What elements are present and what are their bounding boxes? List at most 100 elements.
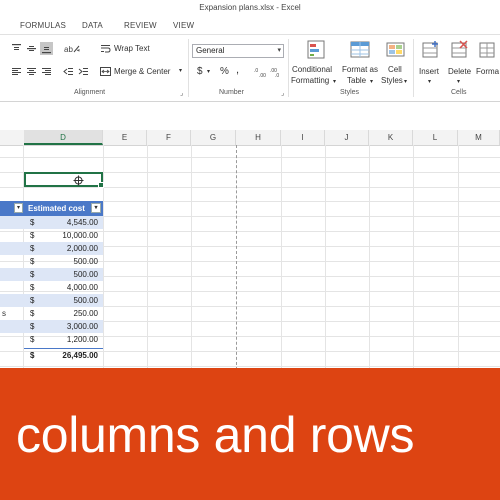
decrease-indent-icon[interactable] [62,65,75,78]
cell-styles-icon[interactable] [385,40,407,60]
merge-center-icon[interactable] [99,65,112,78]
tab-formulas[interactable]: FORMULAS [20,21,66,30]
cost-value: 4,000.00 [66,283,98,292]
table-row[interactable]: $500.00 [24,255,103,268]
column-header-g[interactable]: G [191,130,236,145]
orientation-icon[interactable]: ab [62,42,82,55]
group-separator [188,39,189,97]
column-header-e[interactable]: E [103,130,147,145]
filter-dropdown-icon[interactable]: ▾ [91,203,101,213]
number-launcher-icon[interactable]: ⌟ [281,89,284,97]
wrap-text-button[interactable]: Wrap Text [114,44,150,53]
merge-center-button[interactable]: Merge & Center [114,67,170,76]
tab-data[interactable]: DATA [82,21,103,30]
cost-value: 26,495.00 [62,351,98,360]
title-bar: Expansion plans.xlsx - Excel [0,0,500,17]
decrease-decimal-icon[interactable]: .00.0 [270,65,284,78]
active-cell[interactable] [24,172,104,188]
currency-format-button[interactable]: $ [197,66,203,77]
top-align-icon[interactable] [10,42,23,55]
table-band-strip [0,216,24,229]
tab-view[interactable]: VIEW [173,21,194,30]
table-band-strip [0,320,24,333]
table-row[interactable]: $250.00 [24,307,103,320]
column-header-d[interactable]: D [24,130,103,145]
middle-align-icon[interactable] [25,42,38,55]
currency-symbol: $ [30,335,35,344]
currency-dropdown-icon[interactable]: ▾ [207,68,210,75]
table-row[interactable]: $500.00 [24,294,103,307]
currency-symbol: $ [30,231,35,240]
conditional-formatting-label-2[interactable]: Formatting [291,76,329,85]
cost-value: 500.00 [73,257,98,266]
conditional-formatting-label-1[interactable]: Conditional [292,65,332,74]
page-break-line [236,145,237,370]
align-right-icon[interactable] [40,65,53,78]
increase-decimal-icon[interactable]: .0.00 [254,65,268,78]
group-label-number: Number [219,89,244,96]
format-as-table-label-2[interactable]: Table [347,76,366,85]
delete-button[interactable]: Delete [448,67,471,76]
wrap-text-icon[interactable] [99,42,112,55]
format-as-table-label-1[interactable]: Format as [342,65,378,74]
table-header-estimated-cost[interactable]: Estimated cost ▾ [24,201,103,216]
cost-value: 4,545.00 [66,218,98,227]
table-total-row[interactable]: $26,495.00 [24,348,103,362]
format-as-table-icon[interactable] [349,40,371,60]
table-row[interactable]: $10,000.00 [24,229,103,242]
increase-indent-icon[interactable] [77,65,90,78]
group-label-cells: Cells [451,89,467,96]
currency-symbol: $ [30,244,35,253]
format-as-table-dropdown-icon[interactable]: ▾ [370,78,373,85]
delete-cells-icon[interactable] [449,40,471,60]
format-cells-icon[interactable] [477,40,499,60]
bottom-align-icon[interactable] [40,42,53,55]
currency-symbol: $ [30,218,35,227]
cost-value: 1,200.00 [66,335,98,344]
tab-review[interactable]: REVIEW [124,21,157,30]
percent-style-button[interactable]: % [220,66,229,77]
table-row[interactable]: $1,200.00 [24,333,103,346]
truncated-cell-text: s [2,309,6,318]
merge-center-dropdown-icon[interactable]: ▾ [179,67,182,74]
grid-line [0,187,500,188]
table-band-strip [0,294,24,307]
cost-value: 2,000.00 [66,244,98,253]
column-header-i[interactable]: I [281,130,325,145]
delete-dropdown-icon[interactable]: ▾ [457,78,460,85]
align-left-icon[interactable] [10,65,23,78]
column-header-h[interactable]: H [236,130,281,145]
insert-dropdown-icon[interactable]: ▾ [428,78,431,85]
fill-handle[interactable] [98,182,104,188]
insert-button[interactable]: Insert [419,67,439,76]
conditional-formatting-icon[interactable] [305,40,327,60]
insert-cells-icon[interactable] [420,40,442,60]
alignment-launcher-icon[interactable]: ⌟ [180,89,183,97]
table-row[interactable]: $4,545.00 [24,216,103,229]
format-button[interactable]: Forma [476,67,499,76]
conditional-dropdown-icon[interactable]: ▾ [333,78,336,85]
column-header-l[interactable]: L [413,130,458,145]
filter-dropdown-icon[interactable]: ▾ [14,203,23,213]
number-format-select[interactable]: General ▾ [192,44,284,58]
cell-styles-dropdown-icon[interactable]: ▾ [404,78,407,85]
column-header-f[interactable]: F [147,130,191,145]
column-header-m[interactable]: M [458,130,500,145]
table-row[interactable]: $3,000.00 [24,320,103,333]
comma-style-button[interactable]: , [236,64,239,76]
group-label-alignment: Alignment [74,89,106,96]
table-row[interactable]: $2,000.00 [24,242,103,255]
column-headers: D E F G H I J K L M [0,130,500,146]
column-header-j[interactable]: J [325,130,369,145]
align-center-icon[interactable] [25,65,38,78]
chevron-down-icon: ▾ [277,47,281,54]
group-separator [288,39,289,97]
cell-styles-label-2[interactable]: Styles [381,76,403,85]
cost-value: 250.00 [73,309,98,318]
grid-line [0,157,500,158]
cell-styles-label-1[interactable]: Cell [388,65,402,74]
table-row[interactable]: $4,000.00 [24,281,103,294]
group-separator [413,39,414,97]
table-row[interactable]: $500.00 [24,268,103,281]
column-header-k[interactable]: K [369,130,413,145]
